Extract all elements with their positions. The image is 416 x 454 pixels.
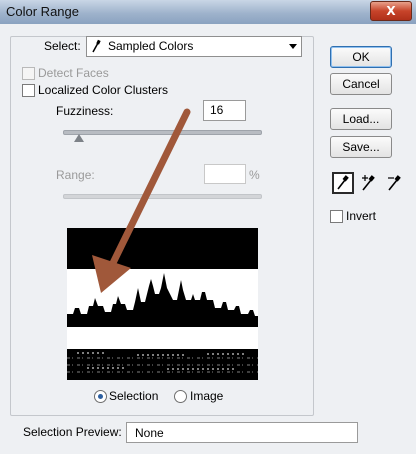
selection-radio-label: Selection	[109, 389, 159, 403]
eyedropper-tool[interactable]	[332, 172, 354, 194]
selection-radio[interactable]	[94, 390, 107, 403]
eyedropper-plus-tool[interactable]	[358, 172, 380, 194]
image-radio[interactable]	[174, 390, 187, 403]
ok-button[interactable]: OK	[330, 46, 392, 68]
eyedropper-icon	[337, 175, 349, 190]
annotation-arrow-icon	[92, 108, 191, 293]
load-button[interactable]: Load...	[330, 108, 392, 130]
eyedropper-minus-tool[interactable]	[384, 172, 406, 194]
invert-label: Invert	[346, 209, 377, 223]
selection-preview-label: Selection Preview:	[23, 425, 122, 439]
cancel-button[interactable]: Cancel	[330, 73, 392, 95]
invert-checkbox[interactable]	[330, 210, 343, 223]
image-radio-label: Image	[190, 389, 224, 403]
eyedropper-plus-icon	[362, 175, 375, 191]
selection-preview-dropdown[interactable]: None	[126, 422, 358, 443]
save-button[interactable]: Save...	[330, 136, 392, 158]
eyedropper-minus-icon	[388, 175, 401, 191]
selection-preview-value: None	[135, 426, 164, 440]
